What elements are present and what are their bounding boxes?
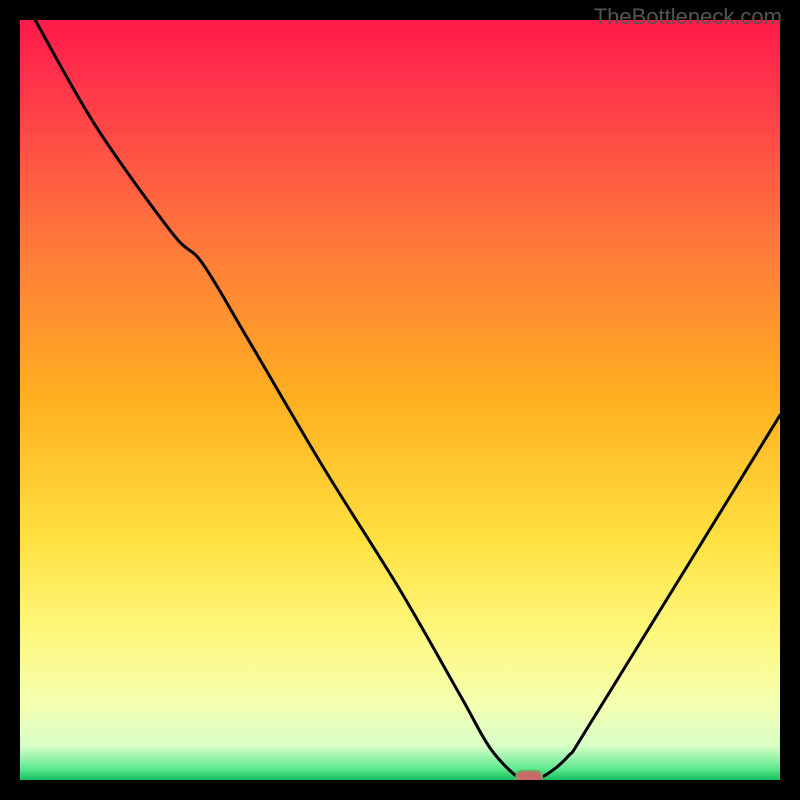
chart-frame [20, 20, 780, 780]
optimal-marker [516, 771, 542, 780]
site-watermark: TheBottleneck.com [594, 4, 782, 30]
chart-background [20, 20, 780, 780]
bottleneck-chart [20, 20, 780, 780]
